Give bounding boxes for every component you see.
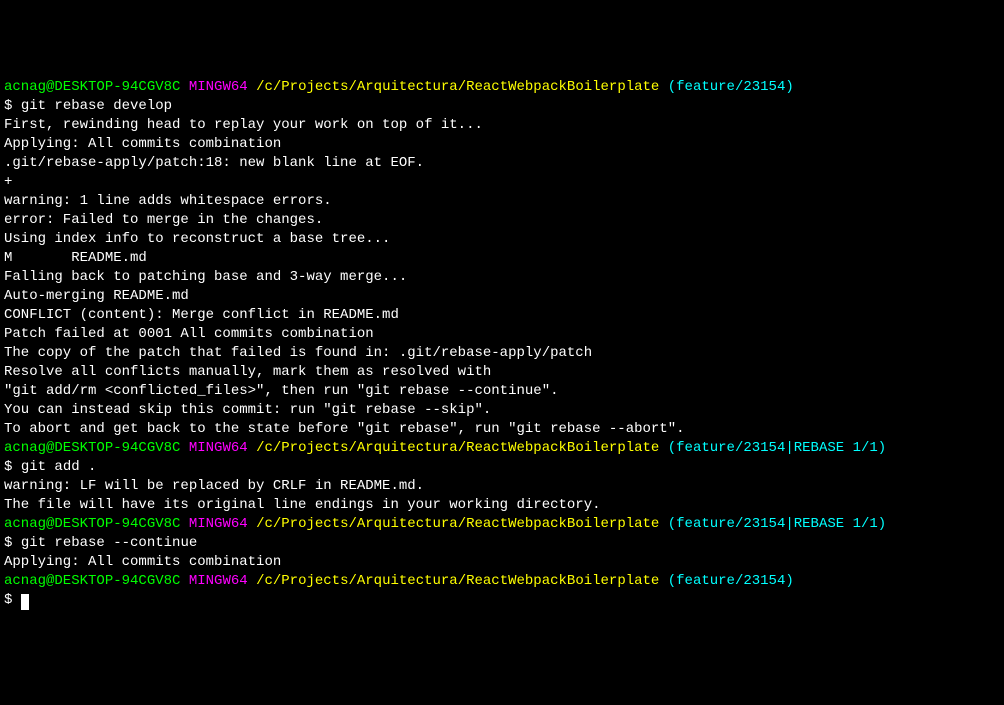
output-line: error: Failed to merge in the changes. — [4, 211, 1000, 230]
output-line: "git add/rm <conflicted_files>", then ru… — [4, 382, 1000, 401]
output-line: warning: LF will be replaced by CRLF in … — [4, 477, 1000, 496]
shell-name: MINGW64 — [189, 573, 248, 589]
output-line: The file will have its original line end… — [4, 496, 1000, 515]
shell-name: MINGW64 — [189, 79, 248, 95]
output-line: Resolve all conflicts manually, mark the… — [4, 363, 1000, 382]
output-line: Patch failed at 0001 All commits combina… — [4, 325, 1000, 344]
output-line: Applying: All commits combination — [4, 135, 1000, 154]
prompt-line: acnag@DESKTOP-94CGV8C MINGW64 /c/Project… — [4, 572, 1000, 591]
command-line: $ git add . — [4, 458, 1000, 477]
cwd-path: /c/Projects/Arquitectura/ReactWebpackBoi… — [256, 440, 659, 456]
shell-name: MINGW64 — [189, 440, 248, 456]
command-text: git add . — [21, 459, 97, 475]
shell-name: MINGW64 — [189, 516, 248, 532]
output-line: Auto-merging README.md — [4, 287, 1000, 306]
git-branch: (feature/23154) — [668, 79, 794, 95]
output-line: First, rewinding head to replay your wor… — [4, 116, 1000, 135]
output-line: Applying: All commits combination — [4, 553, 1000, 572]
command-line: $ git rebase --continue — [4, 534, 1000, 553]
git-branch: (feature/23154|REBASE 1/1) — [668, 516, 886, 532]
cursor — [21, 594, 29, 610]
terminal-output[interactable]: acnag@DESKTOP-94CGV8C MINGW64 /c/Project… — [4, 78, 1000, 610]
user-host: acnag@DESKTOP-94CGV8C — [4, 516, 180, 532]
output-line: Using index info to reconstruct a base t… — [4, 230, 1000, 249]
command-line: $ git rebase develop — [4, 97, 1000, 116]
output-line: To abort and get back to the state befor… — [4, 420, 1000, 439]
user-host: acnag@DESKTOP-94CGV8C — [4, 440, 180, 456]
output-line: Falling back to patching base and 3-way … — [4, 268, 1000, 287]
user-host: acnag@DESKTOP-94CGV8C — [4, 573, 180, 589]
output-line: CONFLICT (content): Merge conflict in RE… — [4, 306, 1000, 325]
git-branch: (feature/23154|REBASE 1/1) — [668, 440, 886, 456]
prompt-line: acnag@DESKTOP-94CGV8C MINGW64 /c/Project… — [4, 439, 1000, 458]
git-branch: (feature/23154) — [668, 573, 794, 589]
output-line: The copy of the patch that failed is fou… — [4, 344, 1000, 363]
command-line[interactable]: $ — [4, 591, 1000, 610]
output-line: You can instead skip this commit: run "g… — [4, 401, 1000, 420]
prompt-line: acnag@DESKTOP-94CGV8C MINGW64 /c/Project… — [4, 78, 1000, 97]
output-line: .git/rebase-apply/patch:18: new blank li… — [4, 154, 1000, 173]
output-line: M README.md — [4, 249, 1000, 268]
cwd-path: /c/Projects/Arquitectura/ReactWebpackBoi… — [256, 516, 659, 532]
output-line: + — [4, 173, 1000, 192]
output-line: warning: 1 line adds whitespace errors. — [4, 192, 1000, 211]
user-host: acnag@DESKTOP-94CGV8C — [4, 79, 180, 95]
prompt-line: acnag@DESKTOP-94CGV8C MINGW64 /c/Project… — [4, 515, 1000, 534]
command-text: git rebase --continue — [21, 535, 197, 551]
cwd-path: /c/Projects/Arquitectura/ReactWebpackBoi… — [256, 573, 659, 589]
cwd-path: /c/Projects/Arquitectura/ReactWebpackBoi… — [256, 79, 659, 95]
command-text: git rebase develop — [21, 98, 172, 114]
